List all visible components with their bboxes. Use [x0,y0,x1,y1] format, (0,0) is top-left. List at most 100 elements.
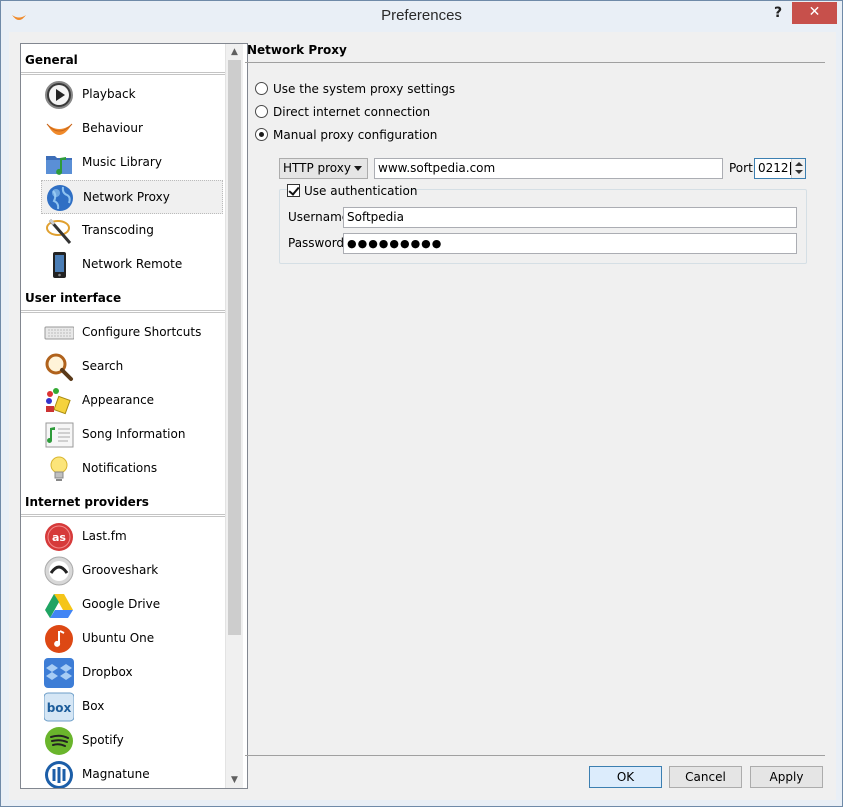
sidebar-item-music-library[interactable]: Music Library [41,146,225,180]
port-label: Port [729,161,753,175]
transcode-icon [46,218,72,244]
proxy-host-input[interactable]: www.softpedia.com [374,158,723,179]
sidebar-item-playback[interactable]: Playback [41,78,225,112]
sidebar-item-song-information[interactable]: Song Information [41,418,225,452]
category-general: General [21,48,225,75]
lightbulb-icon [50,456,68,481]
google-drive-icon [45,594,73,618]
sidebar-item-label: Song Information [82,427,186,441]
sidebar-item-label: Magnatune [82,767,150,781]
scrollbar-thumb[interactable] [228,60,241,635]
sidebar-item-label: Behaviour [82,121,143,135]
proxy-type-value: HTTP proxy [283,161,351,175]
ok-button[interactable]: OK [589,766,662,788]
username-label: Username [288,210,350,224]
sidebar-item-behaviour[interactable]: Behaviour [41,112,225,146]
preferences-window: Preferences ? ✕ General Playback Behavio… [0,0,843,807]
sidebar-item-network-proxy[interactable]: Network Proxy [41,180,223,214]
scroll-up-icon[interactable]: ▲ [226,44,243,60]
sidebar-item-box[interactable]: box Box [41,690,225,724]
sidebar-item-transcoding[interactable]: Transcoding [41,214,225,248]
svg-text:box: box [47,701,72,715]
scroll-down-icon[interactable]: ▼ [226,772,243,788]
sidebar-item-google-drive[interactable]: Google Drive [41,588,225,622]
sidebar-item-label: Ubuntu One [82,631,155,645]
sidebar-item-network-remote[interactable]: Network Remote [41,248,225,282]
sidebar-item-appearance[interactable]: Appearance [41,384,225,418]
chevron-down-icon [354,166,362,171]
svg-text:as: as [52,531,66,544]
sidebar-item-label: Search [82,359,124,373]
song-info-icon [45,422,74,448]
radio-label: Direct internet connection [273,105,431,119]
title-divider [245,62,825,63]
port-spinbox[interactable]: 0212 [754,158,806,179]
magnatune-icon [45,761,73,788]
radio-label: Use the system proxy settings [273,82,456,96]
password-field[interactable]: ●●●●●●●●● [343,233,797,254]
radio-label: Manual proxy configuration [273,128,438,142]
dialog-body: General Playback Behaviour Music Library… [9,32,836,800]
proxy-type-select[interactable]: HTTP proxy [279,158,368,179]
footer-divider [245,755,825,756]
sidebar-scrollbar[interactable]: ▲ ▼ [225,44,243,788]
music-folder-icon [46,156,72,175]
sidebar-item-label: Notifications [82,461,158,475]
sidebar-item-ubuntu-one[interactable]: Ubuntu One [41,622,225,656]
ubuntu-one-icon [45,625,73,653]
close-button[interactable]: ✕ [792,2,837,24]
checkbox-checked[interactable] [287,184,300,197]
sidebar-item-label: Google Drive [82,597,161,611]
sidebar-item-label: Network Proxy [83,190,170,204]
phone-icon [53,252,66,278]
sidebar-item-label: Grooveshark [82,563,159,577]
port-value: 0212 [758,161,789,175]
sidebar-item-configure-shortcuts[interactable]: Configure Shortcuts [41,316,225,350]
radio-button[interactable] [255,82,268,95]
sidebar-item-label: Transcoding [82,223,154,237]
spotify-icon [45,727,73,755]
sidebar-item-notifications[interactable]: Notifications [41,452,225,486]
apply-button[interactable]: Apply [750,766,823,788]
port-stepper[interactable] [791,159,805,178]
radio-button[interactable] [255,128,268,141]
sidebar-item-spotify[interactable]: Spotify [41,724,225,758]
sidebar-item-label: Appearance [82,393,155,407]
cancel-button[interactable]: Cancel [669,766,742,788]
password-label: Password [288,236,345,250]
magnifier-icon [45,353,73,381]
grooveshark-icon [44,556,74,586]
clementine-icon [46,123,73,135]
network-proxy-panel: Network Proxy Use the system proxy setti… [245,32,835,800]
sidebar-item-label: Spotify [82,733,124,747]
play-icon [45,81,73,109]
title-bar[interactable]: Preferences ? ✕ [1,1,842,32]
sidebar-item-lastfm[interactable]: as Last.fm [41,520,225,554]
preferences-sidebar: General Playback Behaviour Music Library… [20,43,248,789]
globe-icon [47,185,73,211]
sidebar-item-label: Network Remote [82,257,183,271]
sidebar-item-label: Playback [82,87,136,101]
category-internet-providers: Internet providers [21,490,225,517]
sidebar-item-search[interactable]: Search [41,350,225,384]
sidebar-item-magnatune[interactable]: Magnatune [41,758,225,788]
spin-down-icon[interactable] [795,170,803,174]
help-button[interactable]: ? [767,2,789,24]
sidebar-item-label: Dropbox [82,665,133,679]
sidebar-item-label: Configure Shortcuts [82,325,202,339]
sidebar-item-label: Music Library [82,155,162,169]
sidebar-item-label: Last.fm [82,529,127,543]
lastfm-icon: as [45,523,73,551]
sidebar-item-dropbox[interactable]: Dropbox [41,656,225,690]
username-field[interactable]: Softpedia [343,207,797,228]
checkbox-label: Use authentication [304,184,418,198]
spin-up-icon[interactable] [795,162,803,166]
page-title: Network Proxy [247,43,347,57]
use-authentication-checkbox[interactable]: Use authentication [287,183,417,199]
paint-icon [46,388,71,415]
window-title: Preferences [381,7,462,24]
sidebar-item-grooveshark[interactable]: Grooveshark [41,554,225,588]
radio-button[interactable] [255,105,268,118]
category-user-interface: User interface [21,286,225,313]
box-icon: box [44,692,74,722]
